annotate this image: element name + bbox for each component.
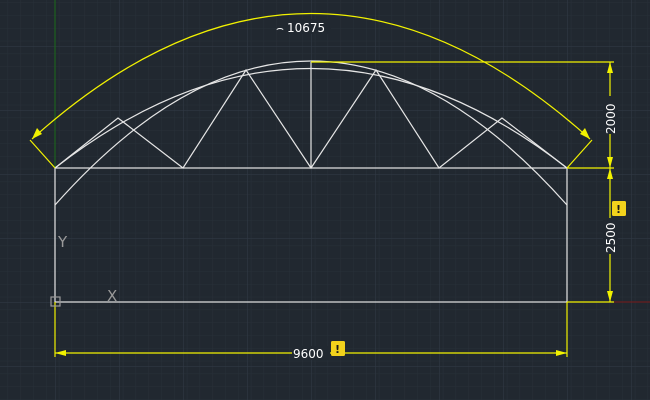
width-dimension-text[interactable]: 9600 bbox=[293, 347, 324, 361]
drawing-grid bbox=[0, 0, 650, 400]
arc-length-text-group[interactable]: ⌢ 10675 bbox=[276, 21, 325, 35]
warning-icon-glyph: ! bbox=[616, 203, 621, 216]
ucs-x-label: X bbox=[107, 287, 117, 305]
drawing-canvas[interactable]: ⌢ 10675 9600 2000 2500 ! ! Y X bbox=[0, 0, 650, 400]
cad-viewport[interactable]: ⌢ 10675 9600 2000 2500 ! ! Y X bbox=[0, 0, 650, 400]
warning-badge-wall-height[interactable]: ! bbox=[612, 201, 626, 216]
warning-icon-glyph: ! bbox=[335, 343, 340, 356]
truss-height-text[interactable]: 2000 bbox=[604, 103, 618, 134]
arc-length-symbol: ⌢ bbox=[276, 21, 284, 35]
arc-length-text[interactable]: 10675 bbox=[287, 21, 325, 35]
wall-height-text[interactable]: 2500 bbox=[604, 222, 618, 253]
ucs-y-label: Y bbox=[57, 233, 68, 251]
warning-badge-width[interactable]: ! bbox=[331, 341, 345, 356]
